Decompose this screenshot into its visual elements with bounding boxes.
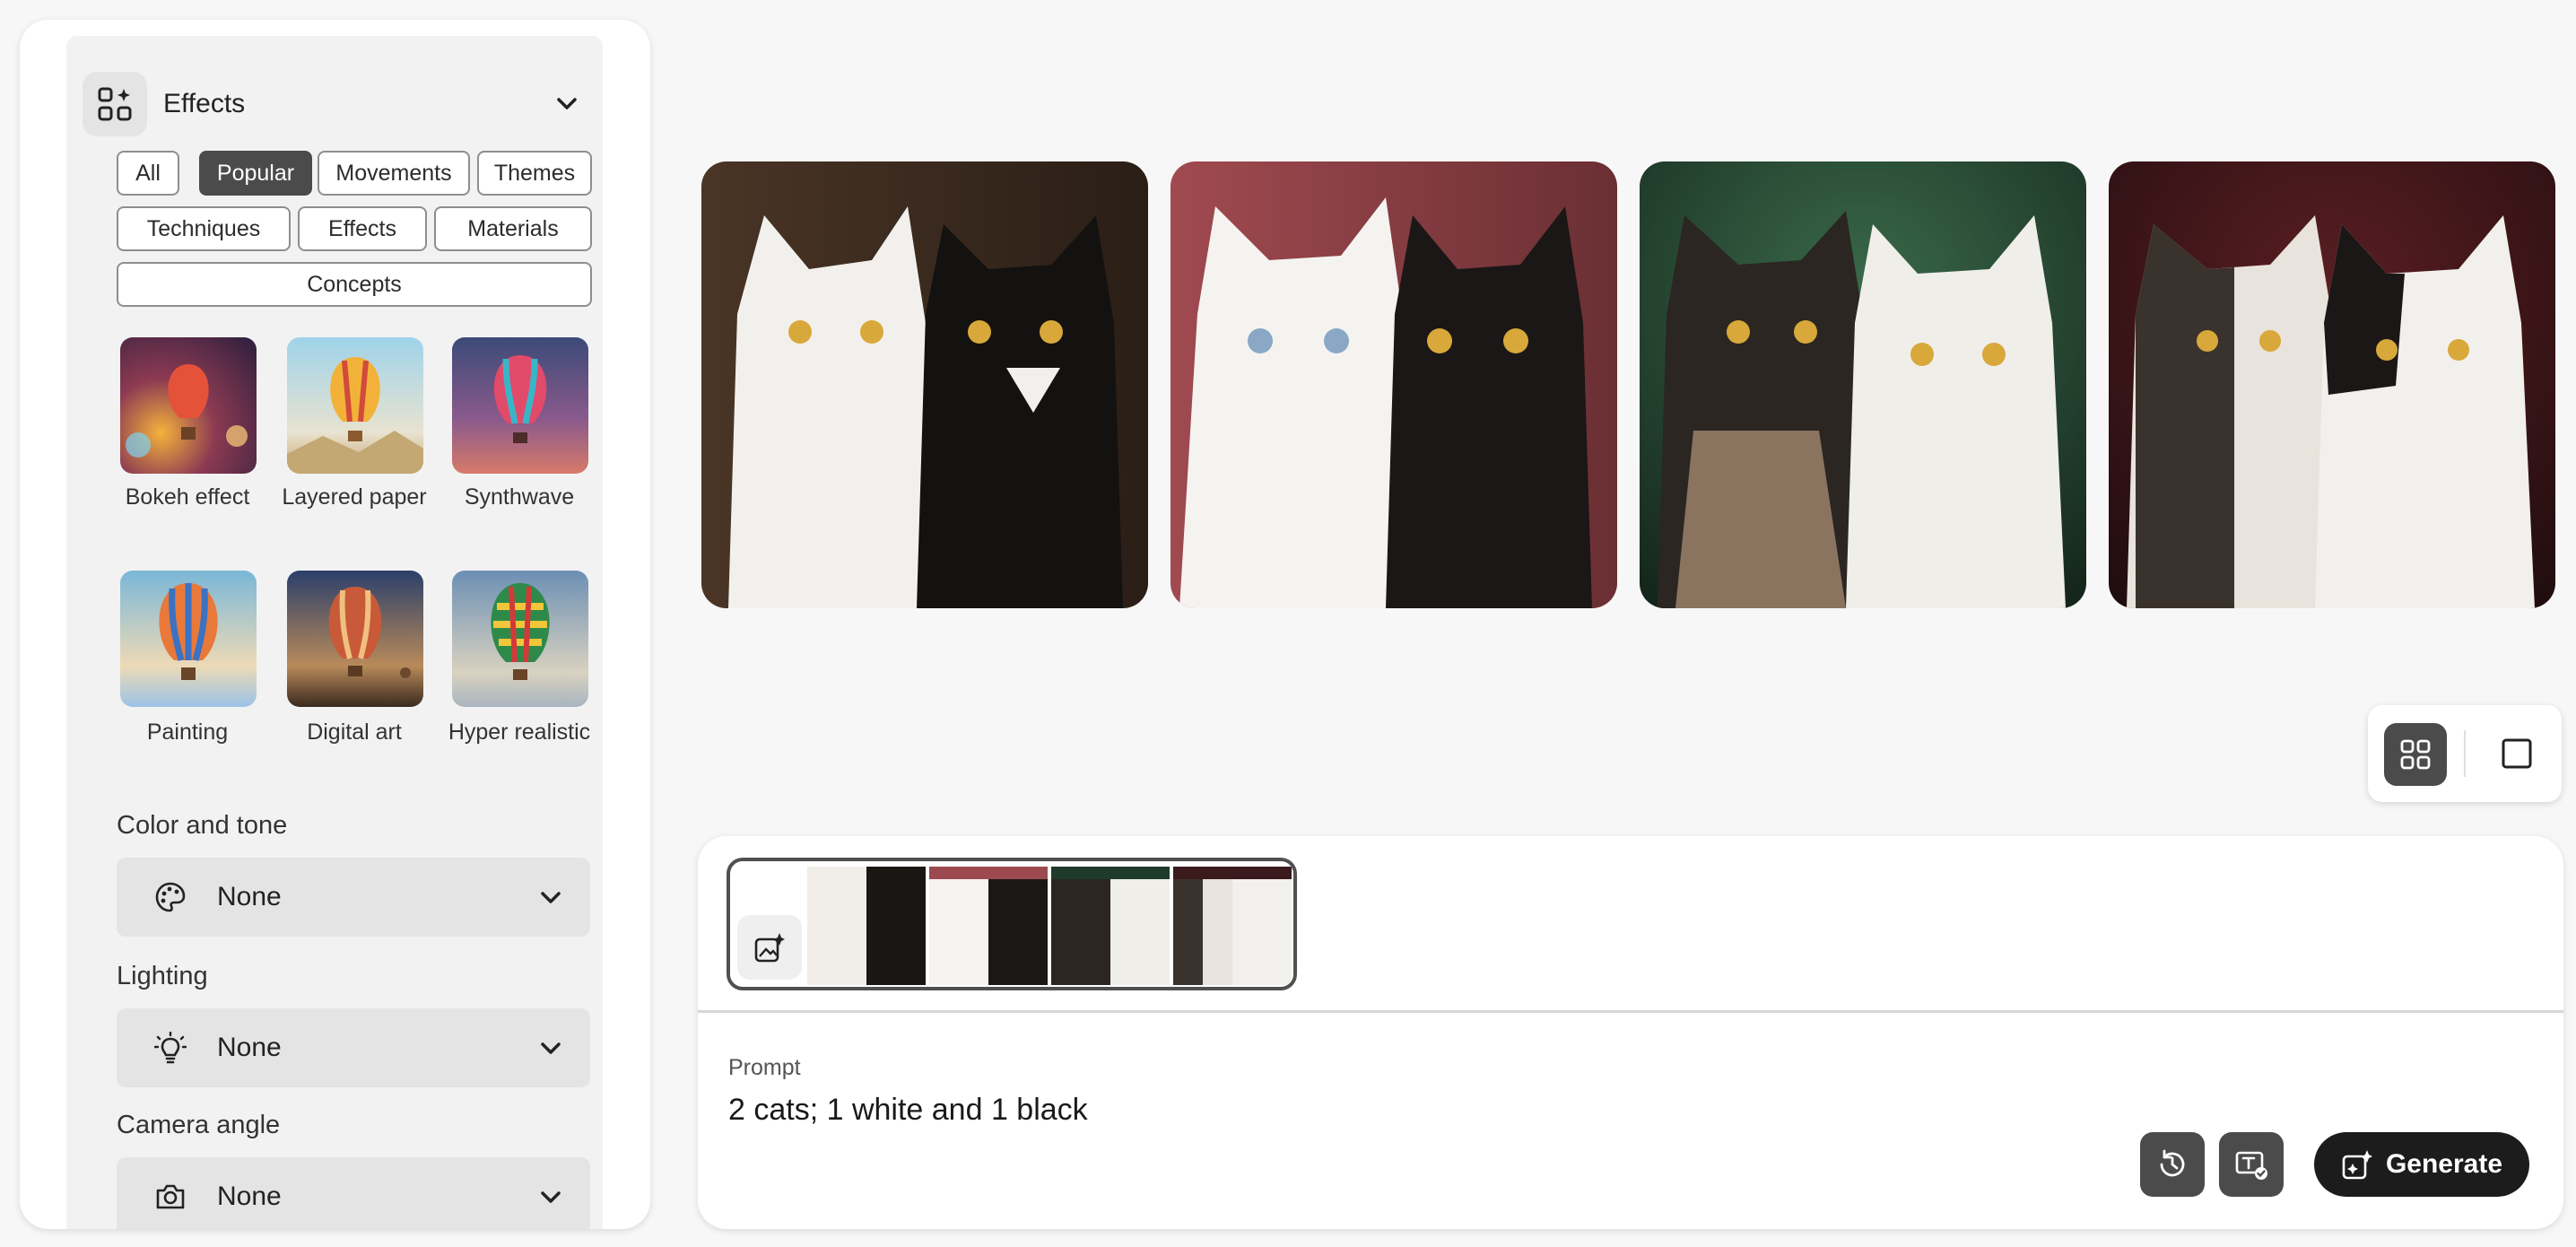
chevron-down-icon xyxy=(541,892,561,903)
style-thumb-synthwave[interactable] xyxy=(452,337,588,474)
square-icon xyxy=(2502,738,2532,769)
effects-title: Effects xyxy=(163,89,246,118)
color-tone-select[interactable]: None xyxy=(117,858,590,937)
lightbulb-icon xyxy=(154,1032,187,1064)
filter-chip-techniques[interactable]: Techniques xyxy=(117,206,291,251)
generate-icon xyxy=(2342,1150,2372,1180)
result-image-1[interactable] xyxy=(701,161,1148,608)
new-generation-button[interactable] xyxy=(737,915,802,980)
style-thumb-painting[interactable] xyxy=(120,571,257,707)
result-image-3[interactable] xyxy=(1640,161,2086,608)
camera-angle-label: Camera angle xyxy=(117,1111,281,1139)
prompt-label: Prompt xyxy=(728,1055,801,1080)
filter-chip-movements[interactable]: Movements xyxy=(318,151,470,196)
prompt-input[interactable]: 2 cats; 1 white and 1 black xyxy=(728,1093,1088,1128)
palette-icon xyxy=(155,882,186,912)
view-toggle xyxy=(2368,705,2562,802)
filter-chip-popular[interactable]: Popular xyxy=(199,151,312,196)
image-sparkle-icon xyxy=(754,933,785,963)
color-tone-label: Color and tone xyxy=(117,811,288,840)
strip-thumb-4[interactable] xyxy=(1173,867,1292,985)
lighting-label: Lighting xyxy=(117,962,208,990)
effects-section: Effects All Popular Movements Themes Tec… xyxy=(66,36,603,1229)
filter-chip-themes[interactable]: Themes xyxy=(477,151,592,196)
lighting-select[interactable]: None xyxy=(117,1008,590,1087)
view-toggle-divider xyxy=(2464,730,2466,777)
style-label-layered-paper: Layered paper xyxy=(282,484,427,510)
composer-divider xyxy=(698,1010,2563,1013)
filter-chip-all[interactable]: All xyxy=(117,151,179,196)
camera-icon xyxy=(156,1184,185,1209)
strip-thumb-3[interactable] xyxy=(1051,867,1170,985)
style-label-painting: Painting xyxy=(146,719,229,745)
camera-angle-value: None xyxy=(217,1182,282,1211)
generate-label: Generate xyxy=(2385,1149,2503,1179)
color-tone-value: None xyxy=(217,882,282,911)
generate-button[interactable]: Generate xyxy=(2314,1132,2529,1197)
strip-thumb-2[interactable] xyxy=(929,867,1048,985)
grid-view-button[interactable] xyxy=(2384,723,2447,786)
effects-panel: Effects All Popular Movements Themes Tec… xyxy=(20,20,650,1229)
style-thumb-layered-paper[interactable] xyxy=(287,337,423,474)
prompt-composer: Prompt 2 cats; 1 white and 1 black Gener… xyxy=(698,836,2563,1229)
style-thumb-bokeh[interactable] xyxy=(120,337,257,474)
text-check-icon xyxy=(2235,1151,2267,1180)
result-image-4[interactable] xyxy=(2109,161,2555,608)
filter-chip-effects[interactable]: Effects xyxy=(298,206,427,251)
style-label-synthwave: Synthwave xyxy=(464,484,575,510)
style-label-digital-art: Digital art xyxy=(307,719,402,745)
filter-chip-concepts[interactable]: Concepts xyxy=(117,262,592,307)
text-check-button[interactable] xyxy=(2219,1132,2284,1197)
style-thumb-digital-art[interactable] xyxy=(287,571,423,707)
history-button[interactable] xyxy=(2140,1132,2205,1197)
single-view-button[interactable] xyxy=(2501,737,2533,774)
generation-strip[interactable] xyxy=(727,858,1297,990)
style-label-bokeh: Bokeh effect xyxy=(125,484,250,510)
strip-thumb-1[interactable] xyxy=(807,867,926,985)
result-image-2[interactable] xyxy=(1171,161,1617,608)
history-icon xyxy=(2160,1149,2185,1177)
chevron-down-icon[interactable] xyxy=(554,92,579,117)
grid-icon xyxy=(2400,739,2431,770)
style-label-hyper-realistic: Hyper realistic xyxy=(448,719,591,745)
chevron-down-icon xyxy=(541,1191,561,1203)
lighting-value: None xyxy=(217,1033,282,1062)
filter-chip-materials[interactable]: Materials xyxy=(434,206,592,251)
effects-header[interactable]: Effects xyxy=(83,72,587,136)
effects-icon xyxy=(83,72,147,136)
style-thumb-hyper-realistic[interactable] xyxy=(452,571,588,707)
camera-angle-select[interactable]: None xyxy=(117,1157,590,1229)
chevron-down-icon xyxy=(541,1042,561,1054)
